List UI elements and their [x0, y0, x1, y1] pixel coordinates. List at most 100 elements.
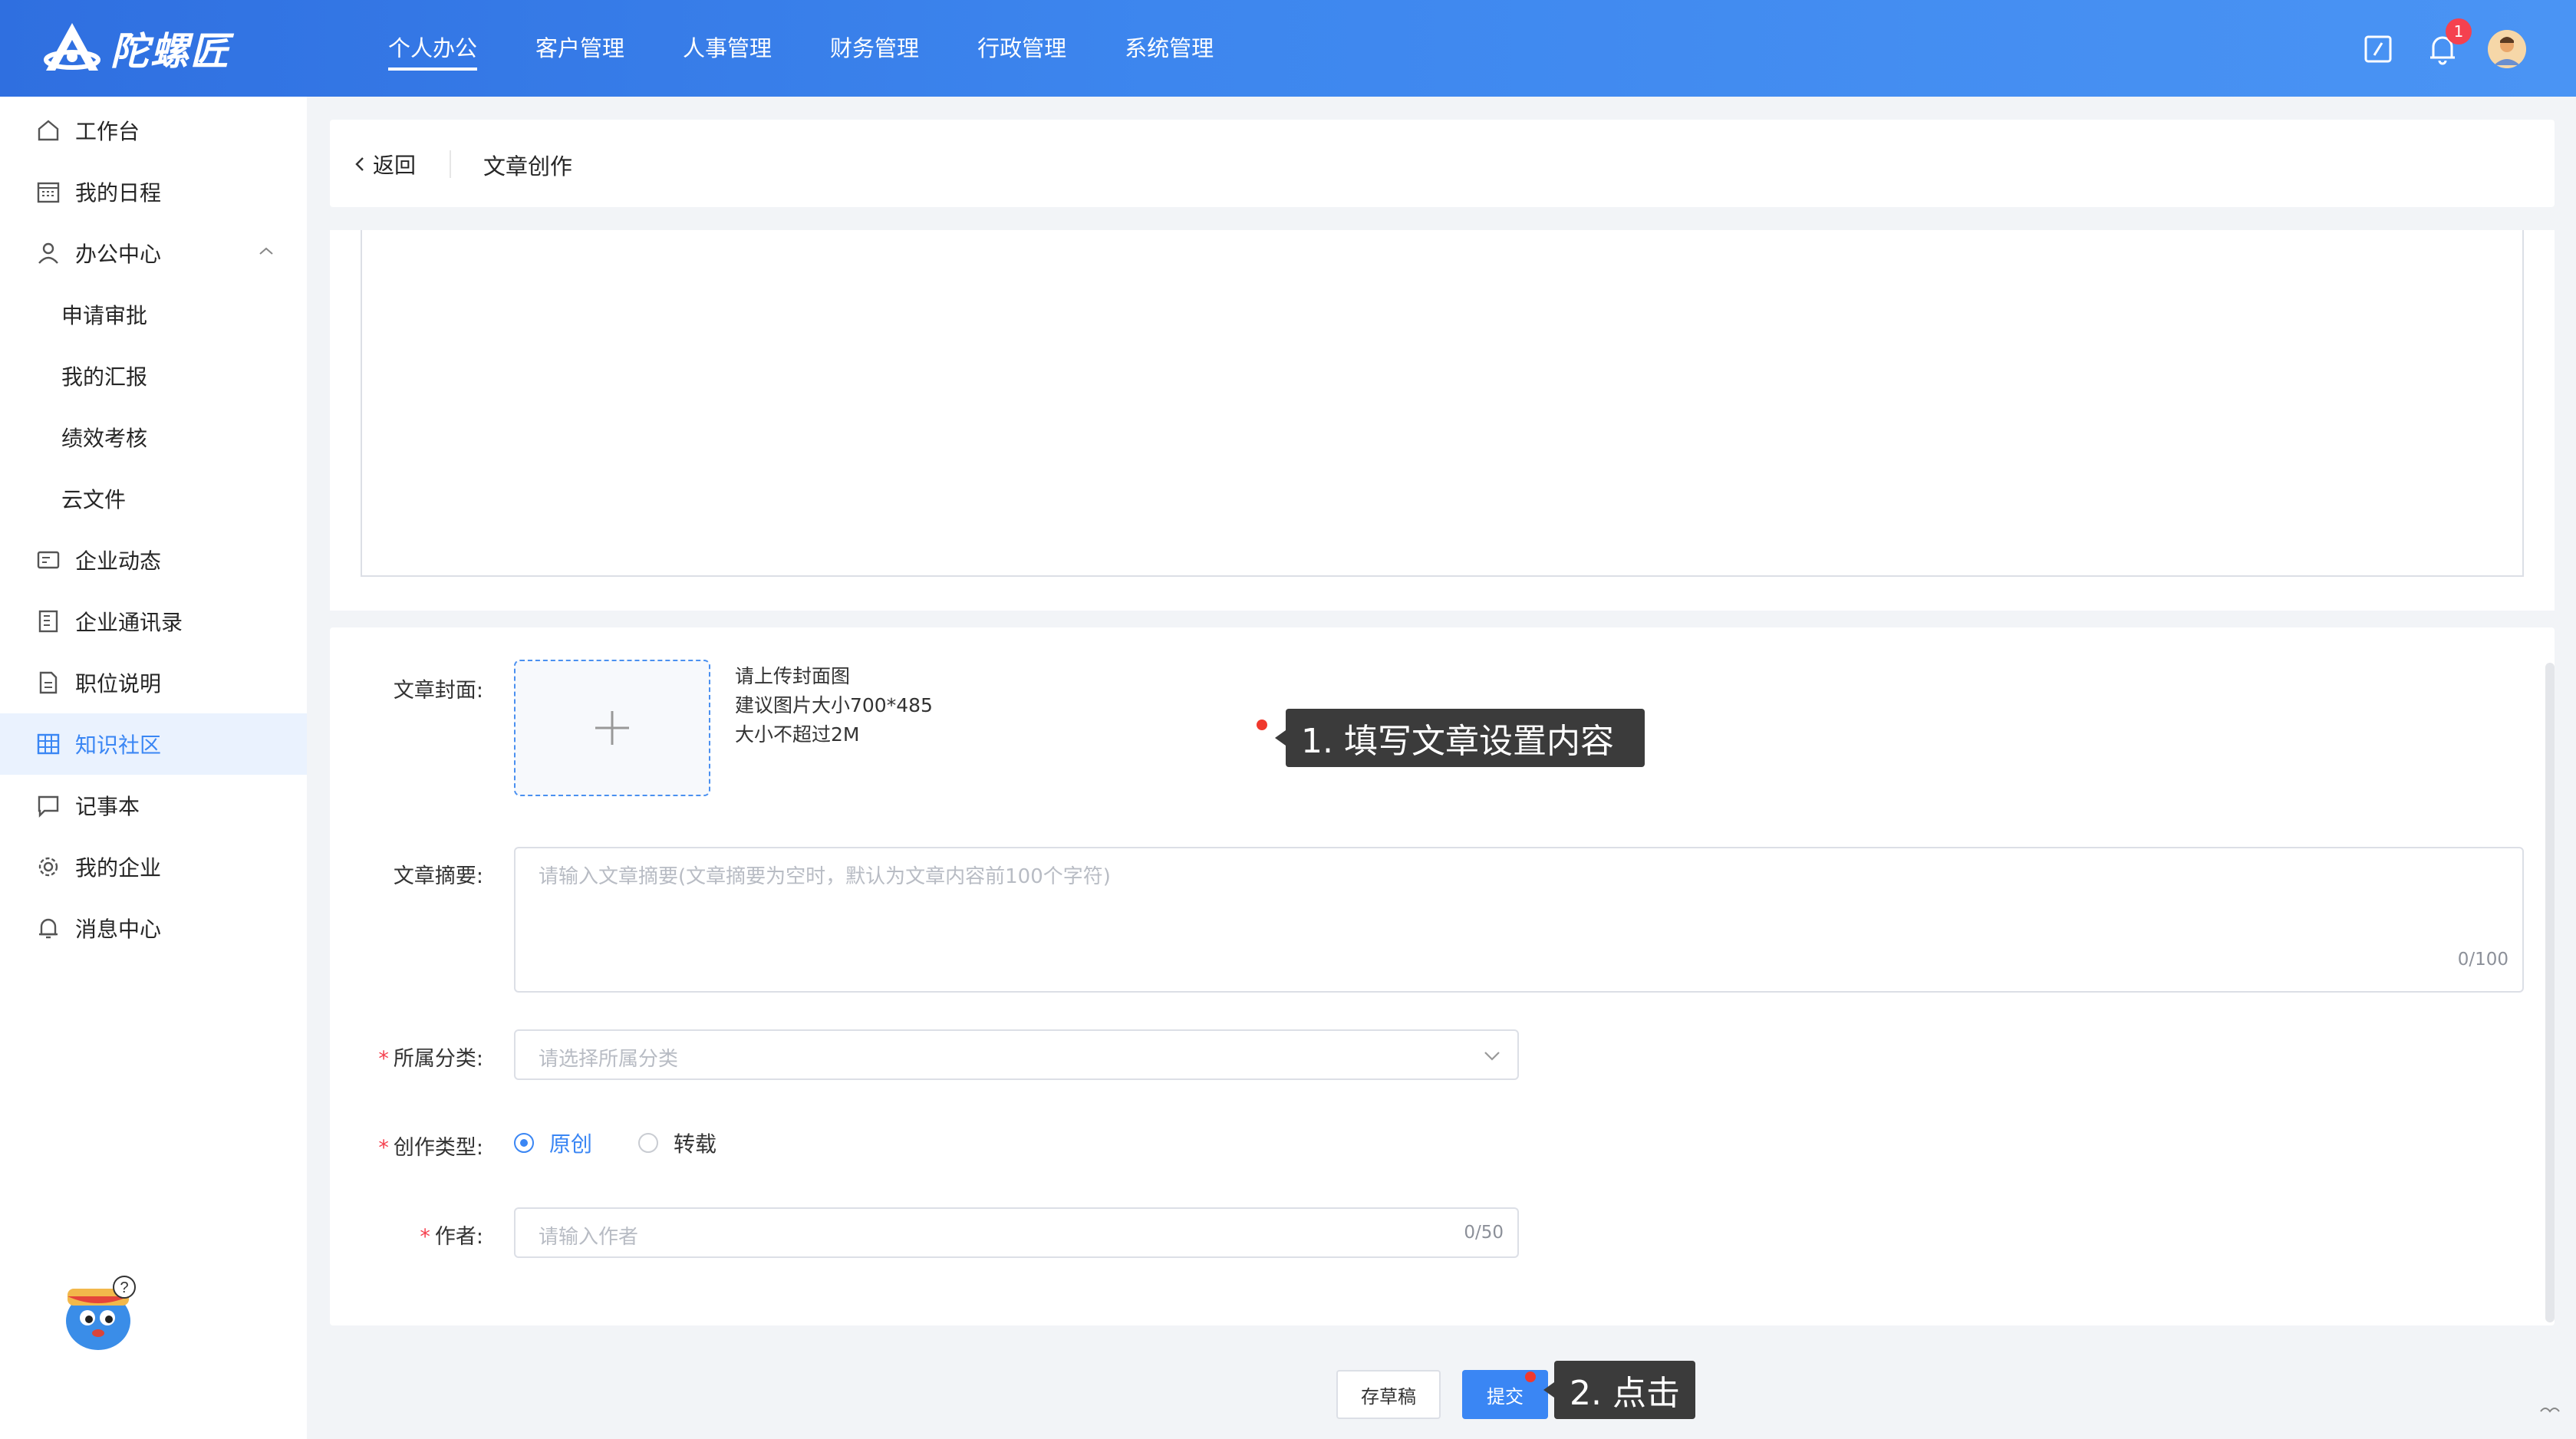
author-input[interactable]: 请输入作者 0/50 — [514, 1207, 1519, 1258]
logo-icon — [44, 23, 100, 71]
radio-original[interactable] — [514, 1133, 534, 1153]
nav-personal-office[interactable]: 个人办公 — [388, 0, 478, 97]
type-label-text: 创作类型: — [393, 1136, 483, 1160]
chat-icon — [38, 795, 59, 818]
summary-label: 文章摘要: — [393, 864, 483, 888]
sidebar-item-label: 消息中心 — [75, 917, 162, 942]
back-button[interactable]: 返回 — [353, 149, 416, 179]
sidebar-item-company-news[interactable]: 企业动态 — [0, 529, 307, 591]
scrollbar[interactable] — [2545, 663, 2555, 1322]
gear-icon — [38, 857, 58, 877]
brand-name: 陀螺匠 — [110, 29, 230, 74]
category-placeholder: 请选择所属分类 — [539, 1048, 679, 1071]
summary-placeholder: 请输入文章摘要(文章摘要为空时，默认为文章内容前100个字符) — [539, 865, 1111, 888]
plus-icon — [595, 711, 629, 745]
type-radio-group: 原创 转载 — [514, 1128, 716, 1158]
page-header: 返回 文章创作 — [330, 120, 2555, 207]
sidebar-item-messages[interactable]: 消息中心 — [0, 897, 307, 959]
radio-original-label[interactable]: 原创 — [549, 1128, 592, 1158]
category-label-text: 所属分类: — [393, 1047, 483, 1071]
notification-bell-icon[interactable]: 1 — [2420, 18, 2472, 72]
sidebar-item-cloud-files[interactable]: 云文件 — [0, 468, 307, 529]
assistant-mascot-icon[interactable]: ? — [54, 1266, 146, 1358]
svg-text:?: ? — [120, 1279, 128, 1296]
summary-counter: 0/100 — [2457, 950, 2508, 970]
required-mark: * — [378, 1136, 389, 1160]
news-icon — [37, 551, 60, 569]
sidebar-item-approval[interactable]: 申请审批 — [0, 284, 307, 345]
sidebar-item-performance[interactable]: 绩效考核 — [0, 407, 307, 468]
sidebar: 工作台 我的日程 办公中心 申请审批 我的汇报 绩效考核 云文件 企业动态 企业… — [0, 97, 307, 1439]
sidebar-item-knowledge[interactable]: 知识社区 — [0, 713, 307, 775]
notification-badge: 1 — [2446, 18, 2472, 44]
type-label: * 创作类型: — [330, 1131, 483, 1161]
cover-hint: 建议图片大小700*485 — [735, 694, 933, 716]
category-label: * 所属分类: — [330, 1042, 483, 1072]
cover-label: 文章封面: — [393, 679, 483, 703]
sidebar-item-label: 企业动态 — [75, 548, 162, 574]
category-select[interactable]: 请选择所属分类 — [514, 1029, 1519, 1080]
nav-finance[interactable]: 财务管理 — [830, 0, 919, 97]
save-draft-button[interactable]: 存草稿 — [1336, 1370, 1441, 1419]
annotation-marker — [1525, 1371, 1536, 1382]
author-label-text: 作者: — [434, 1225, 483, 1249]
sidebar-item-label: 办公中心 — [75, 242, 162, 267]
radio-repost[interactable] — [638, 1133, 659, 1153]
divider — [450, 150, 451, 178]
sidebar-item-label: 申请审批 — [61, 303, 148, 328]
sidebar-item-job-description[interactable]: 职位说明 — [0, 652, 307, 713]
annotation-step1: 1. 填写文章设置内容 — [1275, 709, 1645, 767]
sidebar-item-schedule[interactable]: 我的日程 — [0, 161, 307, 222]
sidebar-item-label: 我的日程 — [75, 180, 162, 206]
summary-textarea[interactable]: 请输入文章摘要(文章摘要为空时，默认为文章内容前100个字符) 0/100 — [514, 847, 2524, 993]
cover-hint: 请上传封面图 — [735, 665, 851, 687]
chevron-left-icon — [355, 157, 364, 171]
bell-icon — [39, 918, 58, 939]
editor-card — [330, 230, 2555, 611]
cover-upload[interactable] — [514, 660, 710, 796]
watermark-icon — [2540, 1408, 2560, 1413]
sidebar-item-notepad[interactable]: 记事本 — [0, 775, 307, 836]
sidebar-item-label: 知识社区 — [75, 733, 162, 758]
nav-hr[interactable]: 人事管理 — [683, 0, 772, 97]
document-icon — [39, 671, 58, 694]
edit-icon[interactable] — [2355, 26, 2401, 72]
top-nav: 个人办公 客户管理 人事管理 财务管理 行政管理 系统管理 — [388, 0, 1272, 97]
nav-admin[interactable]: 行政管理 — [977, 0, 1066, 97]
sidebar-item-my-company[interactable]: 我的企业 — [0, 836, 307, 897]
annotation-step2: 2. 点击 — [1543, 1361, 1695, 1419]
avatar — [2488, 30, 2526, 68]
sidebar-item-label: 职位说明 — [75, 671, 162, 696]
sidebar-item-office-center[interactable]: 办公中心 — [0, 222, 307, 284]
grid-icon — [37, 733, 60, 755]
contacts-icon — [38, 610, 58, 633]
chevron-down-icon — [1484, 1052, 1500, 1061]
author-placeholder: 请输入作者 — [539, 1226, 639, 1249]
author-counter: 0/50 — [1464, 1223, 1504, 1243]
sidebar-item-report[interactable]: 我的汇报 — [0, 345, 307, 407]
radio-repost-label[interactable]: 转载 — [674, 1128, 716, 1158]
required-mark: * — [378, 1047, 389, 1071]
sidebar-item-label: 我的企业 — [75, 855, 162, 881]
top-header: 陀螺匠 个人办公 客户管理 人事管理 财务管理 行政管理 系统管理 1 — [0, 0, 2576, 97]
sidebar-item-label: 工作台 — [75, 119, 140, 144]
chevron-up-icon[interactable] — [258, 245, 275, 256]
back-label: 返回 — [373, 153, 417, 178]
article-content-editor[interactable] — [361, 230, 2524, 577]
nav-system[interactable]: 系统管理 — [1125, 0, 1214, 97]
brand-logo[interactable]: 陀螺匠 — [41, 20, 230, 77]
author-label: * 作者: — [330, 1220, 483, 1250]
sidebar-item-label: 云文件 — [61, 487, 127, 512]
user-avatar[interactable] — [2484, 26, 2530, 72]
sidebar-item-label: 绩效考核 — [61, 426, 148, 451]
sidebar-item-contacts[interactable]: 企业通讯录 — [0, 591, 307, 652]
home-icon — [38, 120, 59, 141]
calendar-icon — [37, 182, 60, 203]
sidebar-item-label: 企业通讯录 — [75, 610, 183, 635]
annotation-marker — [1257, 720, 1267, 730]
page-title: 文章创作 — [483, 153, 573, 179]
required-mark: * — [420, 1225, 430, 1249]
nav-customer[interactable]: 客户管理 — [535, 0, 624, 97]
sidebar-item-workbench[interactable]: 工作台 — [0, 100, 307, 161]
sidebar-item-label: 记事本 — [75, 794, 140, 819]
